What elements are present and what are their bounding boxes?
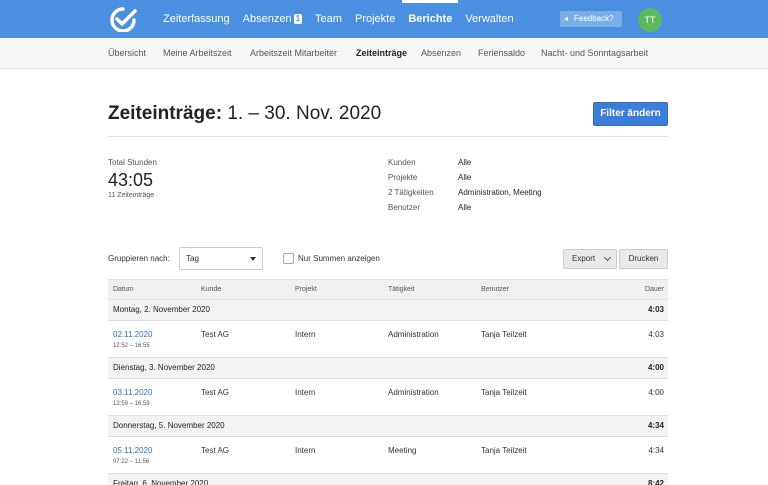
print-button[interactable]: Drucken (619, 249, 668, 269)
group-day: Donnerstag, 5. November 2020 (113, 421, 225, 430)
table-row: 05.11.2020 07:22 – 11:56 Test AG Intern … (108, 437, 668, 474)
group-total: 4:03 (647, 305, 664, 314)
entry-activity: Meeting (388, 446, 417, 455)
megaphone-icon: ◂ (564, 14, 569, 23)
user-avatar[interactable]: TT (638, 8, 662, 32)
subnav-meine-arbeitszeit[interactable]: Meine Arbeitszeit (163, 38, 232, 69)
group-day: Dienstag, 3. November 2020 (113, 363, 215, 372)
entry-time-range: 12:52 – 16:55 (113, 343, 150, 349)
sums-only-label[interactable]: Nur Summen anzeigen (298, 254, 380, 263)
nav-berichte[interactable]: Berichte (402, 0, 459, 38)
divider (108, 136, 668, 137)
feedback-button[interactable]: ◂ Feedback? (560, 11, 622, 27)
subnav-absenzen[interactable]: Absenzen (421, 38, 461, 69)
header-project[interactable]: Projekt (295, 280, 317, 299)
entry-customer: Test AG (201, 388, 230, 397)
subnav-zeiteintraege[interactable]: Zeiteinträge (356, 38, 407, 69)
nav-team[interactable]: Team (315, 0, 342, 38)
group-total: 4:34 (647, 421, 664, 430)
nav-label: Berichte (408, 13, 453, 25)
entry-date-link[interactable]: 02.11.2020 (113, 330, 152, 339)
meta-key-kunden: Kunden (388, 158, 416, 167)
entry-customer: Test AG (201, 446, 230, 455)
group-by-value: Tag (186, 254, 199, 263)
entry-project: Intern (295, 388, 316, 397)
entry-duration: 4:34 (648, 446, 664, 455)
group-day: Freitag, 6. November 2020 (113, 479, 209, 485)
main-nav: Zeiterfassung Absenzen 1 Team Projekte Be… (163, 0, 527, 38)
subnav-arbeitszeit-mitarbeiter[interactable]: Arbeitszeit Mitarbeiter (250, 38, 337, 69)
notification-badge: 1 (293, 14, 303, 24)
meta-key-projekte: Projekte (388, 173, 418, 182)
day-group-row: Dienstag, 3. November 2020 4:00 (108, 358, 668, 379)
nav-projekte[interactable]: Projekte (355, 0, 395, 38)
day-group-row: Montag, 2. November 2020 4:03 (108, 300, 668, 321)
entry-duration: 4:03 (648, 330, 664, 339)
page-title-bold: Zeiteinträge: (108, 103, 223, 124)
group-by-select[interactable]: Tag (179, 247, 263, 270)
total-hours-label: Total Stunden (108, 158, 157, 167)
entry-time-range: 12:59 – 16:59 (113, 401, 150, 407)
entry-project: Intern (295, 446, 316, 455)
nav-verwalten[interactable]: Verwalten (465, 0, 513, 38)
page-title-range: 1. – 30. Nov. 2020 (227, 103, 382, 124)
subnav-uebersicht[interactable]: Übersicht (108, 38, 146, 69)
nav-label: Absenzen (242, 13, 292, 25)
entry-customer: Test AG (201, 330, 230, 339)
table-row: 03.11.2020 12:59 – 16:59 Test AG Intern … (108, 379, 668, 416)
total-hours-value: 43:05 (108, 170, 154, 190)
entry-duration: 4:00 (648, 388, 664, 397)
entry-date-link[interactable]: 03.11.2020 (113, 388, 152, 397)
entry-user: Tanja Teilzeit (481, 330, 527, 339)
meta-key-benutzer: Benutzer (388, 203, 421, 212)
meta-value-taetigkeiten: Administration, Meeting (458, 188, 542, 197)
header-customer[interactable]: Kunde (201, 280, 221, 299)
export-label: Export (572, 254, 596, 263)
nav-zeiterfassung[interactable]: Zeiterfassung (163, 0, 230, 38)
meta-value-projekte: Alle (458, 173, 472, 182)
nav-label: Team (315, 13, 342, 25)
chevron-down-icon (603, 253, 612, 262)
day-group-row: Freitag, 6. November 2020 8:42 (108, 474, 668, 485)
sums-only-checkbox[interactable] (283, 253, 294, 264)
entry-time-range: 07:22 – 11:56 (113, 459, 150, 465)
top-navigation-bar: Zeiterfassung Absenzen 1 Team Projekte Be… (0, 0, 768, 38)
header-user[interactable]: Benutzer (481, 280, 509, 299)
meta-key-taetigkeiten: 2 Tätigkeiten (388, 188, 434, 197)
group-day: Montag, 2. November 2020 (113, 305, 210, 314)
subnav-feriensaldo[interactable]: Feriensaldo (478, 38, 525, 69)
subnav-nacht-sonntagsarbeit[interactable]: Nacht- und Sonntagsarbeit (541, 38, 648, 69)
day-group-row: Donnerstag, 5. November 2020 4:34 (108, 416, 668, 437)
entry-project: Intern (295, 330, 316, 339)
meta-value-benutzer: Alle (458, 203, 472, 212)
table-header: Datum Kunde Projekt Tätigkeit Benutzer D… (108, 279, 668, 300)
export-button[interactable]: Export (563, 249, 617, 269)
page-title: Zeiteinträge: 1. – 30. Nov. 2020 (108, 103, 381, 125)
reports-subnav: Übersicht Meine Arbeitszeit Arbeitszeit … (0, 38, 768, 69)
nav-label: Zeiterfassung (163, 13, 230, 25)
filter-change-button[interactable]: Filter ändern (593, 102, 668, 126)
entry-user: Tanja Teilzeit (481, 388, 527, 397)
entry-count: 11 Zeiteinträge (108, 192, 155, 199)
table-row: 02.11.2020 12:52 – 16:55 Test AG Intern … (108, 321, 668, 358)
entry-user: Tanja Teilzeit (481, 446, 527, 455)
group-total: 8:42 (647, 479, 664, 485)
clock-check-logo-icon[interactable] (108, 6, 138, 32)
meta-value-kunden: Alle (458, 158, 472, 167)
time-entries-table: Datum Kunde Projekt Tätigkeit Benutzer D… (108, 279, 668, 485)
entry-activity: Administration (388, 388, 439, 397)
group-total: 4:00 (647, 363, 664, 372)
nav-label: Verwalten (465, 13, 514, 25)
header-date[interactable]: Datum (113, 280, 134, 299)
entry-date-link[interactable]: 05.11.2020 (113, 446, 152, 455)
entry-activity: Administration (388, 330, 439, 339)
header-duration[interactable]: Dauer (645, 280, 664, 299)
nav-absenzen[interactable]: Absenzen 1 (242, 0, 303, 38)
group-by-label: Gruppieren nach: (108, 254, 170, 263)
caret-down-icon (250, 257, 256, 261)
feedback-label: Feedback? (574, 14, 614, 23)
header-activity[interactable]: Tätigkeit (388, 280, 414, 299)
nav-label: Projekte (354, 13, 396, 25)
